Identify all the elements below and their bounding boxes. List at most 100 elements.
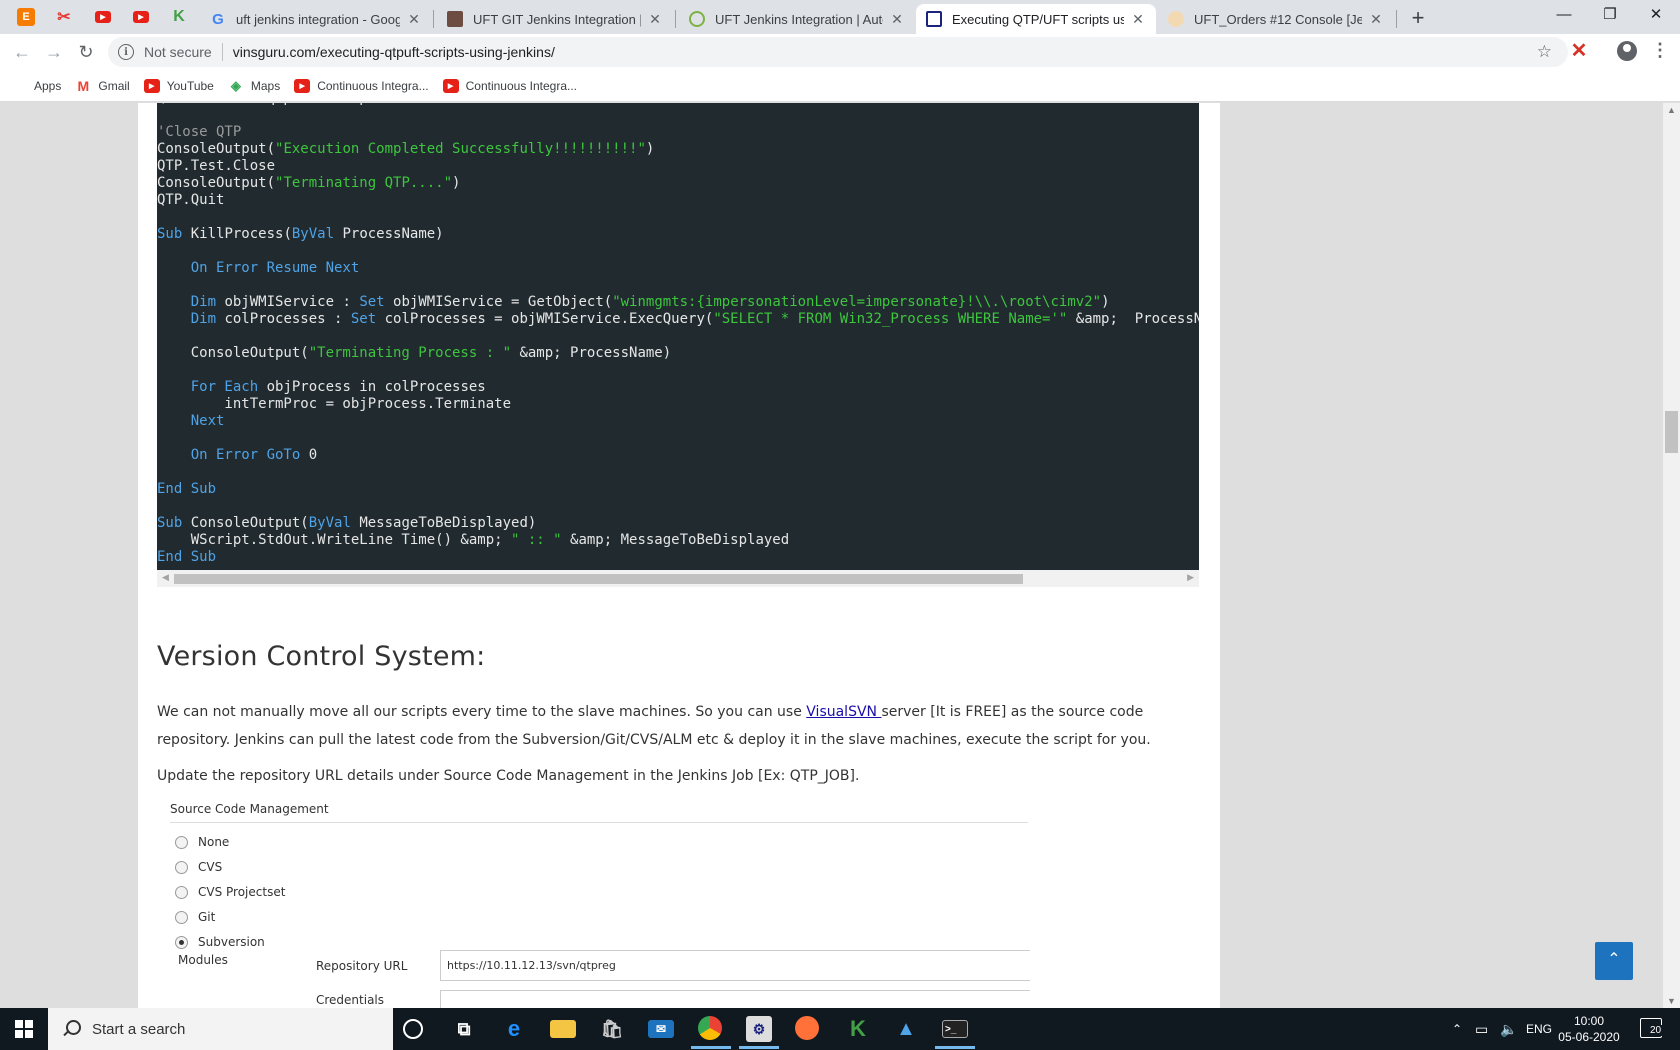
pinned-tab-youtube-2[interactable]: ▶ bbox=[130, 7, 152, 27]
scroll-left-arrow-icon[interactable]: ◀ bbox=[162, 572, 169, 583]
radio-button-selected[interactable] bbox=[175, 935, 188, 949]
cortana-icon[interactable] bbox=[403, 1019, 423, 1039]
radio-button[interactable] bbox=[175, 860, 188, 874]
scroll-right-arrow-icon[interactable]: ▶ bbox=[1187, 572, 1194, 583]
pinned-tab-tools[interactable]: ✂ bbox=[53, 7, 75, 27]
modules-label: Modules bbox=[178, 953, 228, 967]
address-bar[interactable]: i Not secure vinsguru.com/executing-qtpu… bbox=[108, 37, 1568, 67]
bookmark-youtube[interactable]: ▶ YouTube bbox=[143, 78, 214, 93]
close-window-button[interactable]: ✕ bbox=[1633, 0, 1679, 30]
uft-app-icon[interactable]: ⚙ bbox=[746, 1016, 772, 1042]
scrollbar-thumb[interactable] bbox=[174, 574, 1023, 584]
tab-strip: E ✂ ▶ ▶ K G uft jenkins integration - Go… bbox=[0, 0, 1680, 34]
radio-button[interactable] bbox=[175, 835, 188, 849]
minimize-button[interactable]: — bbox=[1541, 0, 1587, 30]
scrollbar-thumb[interactable] bbox=[1665, 411, 1678, 453]
tab-uft-jenkins[interactable]: UFT Jenkins Integration | Automa ✕ bbox=[679, 4, 915, 34]
jenkins-icon bbox=[1168, 11, 1184, 27]
scm-option-git[interactable]: Git bbox=[175, 910, 215, 924]
scm-divider bbox=[170, 822, 1028, 823]
youtube-icon: ▶ bbox=[143, 78, 160, 93]
info-icon[interactable]: i bbox=[118, 44, 134, 60]
bookmark-continuous-integration-2[interactable]: ▶ Continuous Integra... bbox=[442, 78, 577, 93]
taskbar-search[interactable]: Start a search bbox=[48, 1008, 393, 1050]
tab-uft-git-jenkins[interactable]: UFT GIT Jenkins Integration | Aut ✕ bbox=[437, 4, 673, 34]
page-vertical-scrollbar[interactable]: ▲ ▼ bbox=[1663, 103, 1680, 1008]
edge-icon[interactable]: e bbox=[501, 1016, 527, 1042]
article-content: QTP.Test.Run qtpResultsOpt 'Close QTP Co… bbox=[138, 103, 1220, 1008]
clock-date: 05-06-2020 bbox=[1558, 1030, 1620, 1044]
bookmark-gmail[interactable]: M Gmail bbox=[75, 78, 130, 94]
site-favicon-icon bbox=[447, 11, 463, 27]
pinned-tab-youtube-1[interactable]: ▶ bbox=[92, 7, 114, 27]
bookmark-star-icon[interactable]: ☆ bbox=[1537, 42, 1552, 62]
visualsvn-link[interactable]: VisualSVN bbox=[806, 704, 881, 720]
bookmark-maps[interactable]: ◈ Maps bbox=[228, 78, 281, 93]
google-icon: G bbox=[212, 10, 224, 28]
azure-icon[interactable]: ▲ bbox=[893, 1016, 919, 1042]
tray-overflow-icon[interactable]: ⌃ bbox=[1452, 1008, 1462, 1050]
menu-kebab-icon[interactable]: ⋮ bbox=[1650, 38, 1670, 62]
code-horizontal-scrollbar[interactable]: ◀ ▶ bbox=[157, 570, 1199, 587]
close-tab-icon[interactable]: ✕ bbox=[1368, 11, 1384, 28]
back-button[interactable]: ← bbox=[8, 38, 36, 66]
task-view-icon[interactable]: ⧉ bbox=[451, 1016, 477, 1042]
bookmark-label: Gmail bbox=[98, 78, 130, 93]
apps-grid-icon bbox=[14, 79, 27, 92]
language-indicator[interactable]: ENG bbox=[1526, 1008, 1552, 1050]
close-tab-icon[interactable]: ✕ bbox=[889, 11, 905, 28]
chrome-icon[interactable] bbox=[698, 1016, 722, 1040]
network-icon[interactable]: ▭ bbox=[1475, 1008, 1488, 1050]
extension-icon[interactable]: ✕ bbox=[1568, 40, 1590, 62]
close-tab-icon[interactable]: ✕ bbox=[647, 11, 663, 28]
k-app-icon[interactable]: K bbox=[845, 1016, 871, 1042]
command-prompt-icon[interactable]: >_ bbox=[942, 1020, 968, 1038]
maximize-button[interactable]: ❐ bbox=[1587, 0, 1633, 30]
store-icon[interactable]: 🛍 bbox=[599, 1016, 625, 1042]
active-app-indicator bbox=[739, 1046, 779, 1049]
code-text: QTP.Test.Run qtpResultsOpt 'Close QTP Co… bbox=[157, 103, 1199, 565]
scroll-to-top-button[interactable]: ⌃ bbox=[1595, 942, 1633, 980]
tab-executing-qtp[interactable]: Executing QTP/UFT scripts using ✕ bbox=[916, 4, 1156, 34]
url-text[interactable]: vinsguru.com/executing-qtpuft-scripts-us… bbox=[233, 44, 555, 60]
tab-divider bbox=[433, 10, 434, 28]
youtube-icon: ▶ bbox=[442, 78, 459, 93]
scroll-down-arrow-icon[interactable]: ▼ bbox=[1667, 996, 1676, 1006]
tab-google-search[interactable]: G uft jenkins integration - Google S ✕ bbox=[200, 4, 432, 34]
pinned-tab-e[interactable]: E bbox=[15, 7, 37, 27]
pinned-tab-k[interactable]: K bbox=[168, 7, 190, 27]
scroll-up-arrow-icon[interactable]: ▲ bbox=[1667, 105, 1676, 115]
bookmark-continuous-integration-1[interactable]: ▶ Continuous Integra... bbox=[294, 78, 429, 93]
browser-toolbar: ← → ↻ i Not secure vinsguru.com/executin… bbox=[0, 34, 1680, 70]
bookmark-label: Apps bbox=[34, 78, 62, 93]
bookmark-apps[interactable]: Apps bbox=[14, 79, 61, 93]
scm-option-cvs-projectset[interactable]: CVS Projectset bbox=[175, 885, 285, 899]
scm-option-cvs[interactable]: CVS bbox=[175, 860, 222, 874]
scm-screenshot: Source Code Management None CVS CVS Proj… bbox=[157, 793, 1030, 1008]
reload-button[interactable]: ↻ bbox=[72, 38, 100, 66]
profile-avatar-icon[interactable] bbox=[1617, 41, 1637, 61]
bookmark-label: Maps bbox=[250, 78, 281, 93]
radio-button[interactable] bbox=[175, 885, 188, 899]
file-explorer-icon[interactable] bbox=[550, 1020, 576, 1038]
tab-title: UFT GIT Jenkins Integration | Aut bbox=[473, 11, 641, 27]
scm-option-subversion[interactable]: Subversion bbox=[175, 935, 265, 949]
repository-url-field[interactable]: https://10.11.12.13/svn/qtpreg bbox=[440, 950, 1030, 981]
close-tab-icon[interactable]: ✕ bbox=[1130, 11, 1146, 28]
site-favicon-icon bbox=[689, 11, 705, 27]
clock[interactable]: 10:00 05-06-2020 bbox=[1556, 1013, 1622, 1045]
option-label: Subversion bbox=[198, 935, 265, 949]
start-button[interactable] bbox=[0, 1008, 48, 1050]
firefox-icon[interactable] bbox=[795, 1016, 819, 1040]
bookmarks-bar: Apps M Gmail ▶ YouTube ◈ Maps ▶ Continuo… bbox=[0, 70, 1680, 102]
volume-icon[interactable]: 🔈 bbox=[1500, 1008, 1517, 1050]
mail-icon[interactable]: ✉ bbox=[648, 1020, 674, 1038]
action-center-icon[interactable]: 20 bbox=[1640, 1018, 1663, 1038]
tab-jenkins-console[interactable]: UFT_Orders #12 Console [Jenkins ✕ bbox=[1158, 4, 1394, 34]
radio-button[interactable] bbox=[175, 910, 188, 924]
new-tab-button[interactable]: + bbox=[1405, 5, 1431, 31]
credentials-field[interactable] bbox=[440, 990, 1030, 1008]
close-tab-icon[interactable]: ✕ bbox=[406, 11, 422, 28]
forward-button[interactable]: → bbox=[40, 38, 68, 66]
scm-option-none[interactable]: None bbox=[175, 835, 229, 849]
